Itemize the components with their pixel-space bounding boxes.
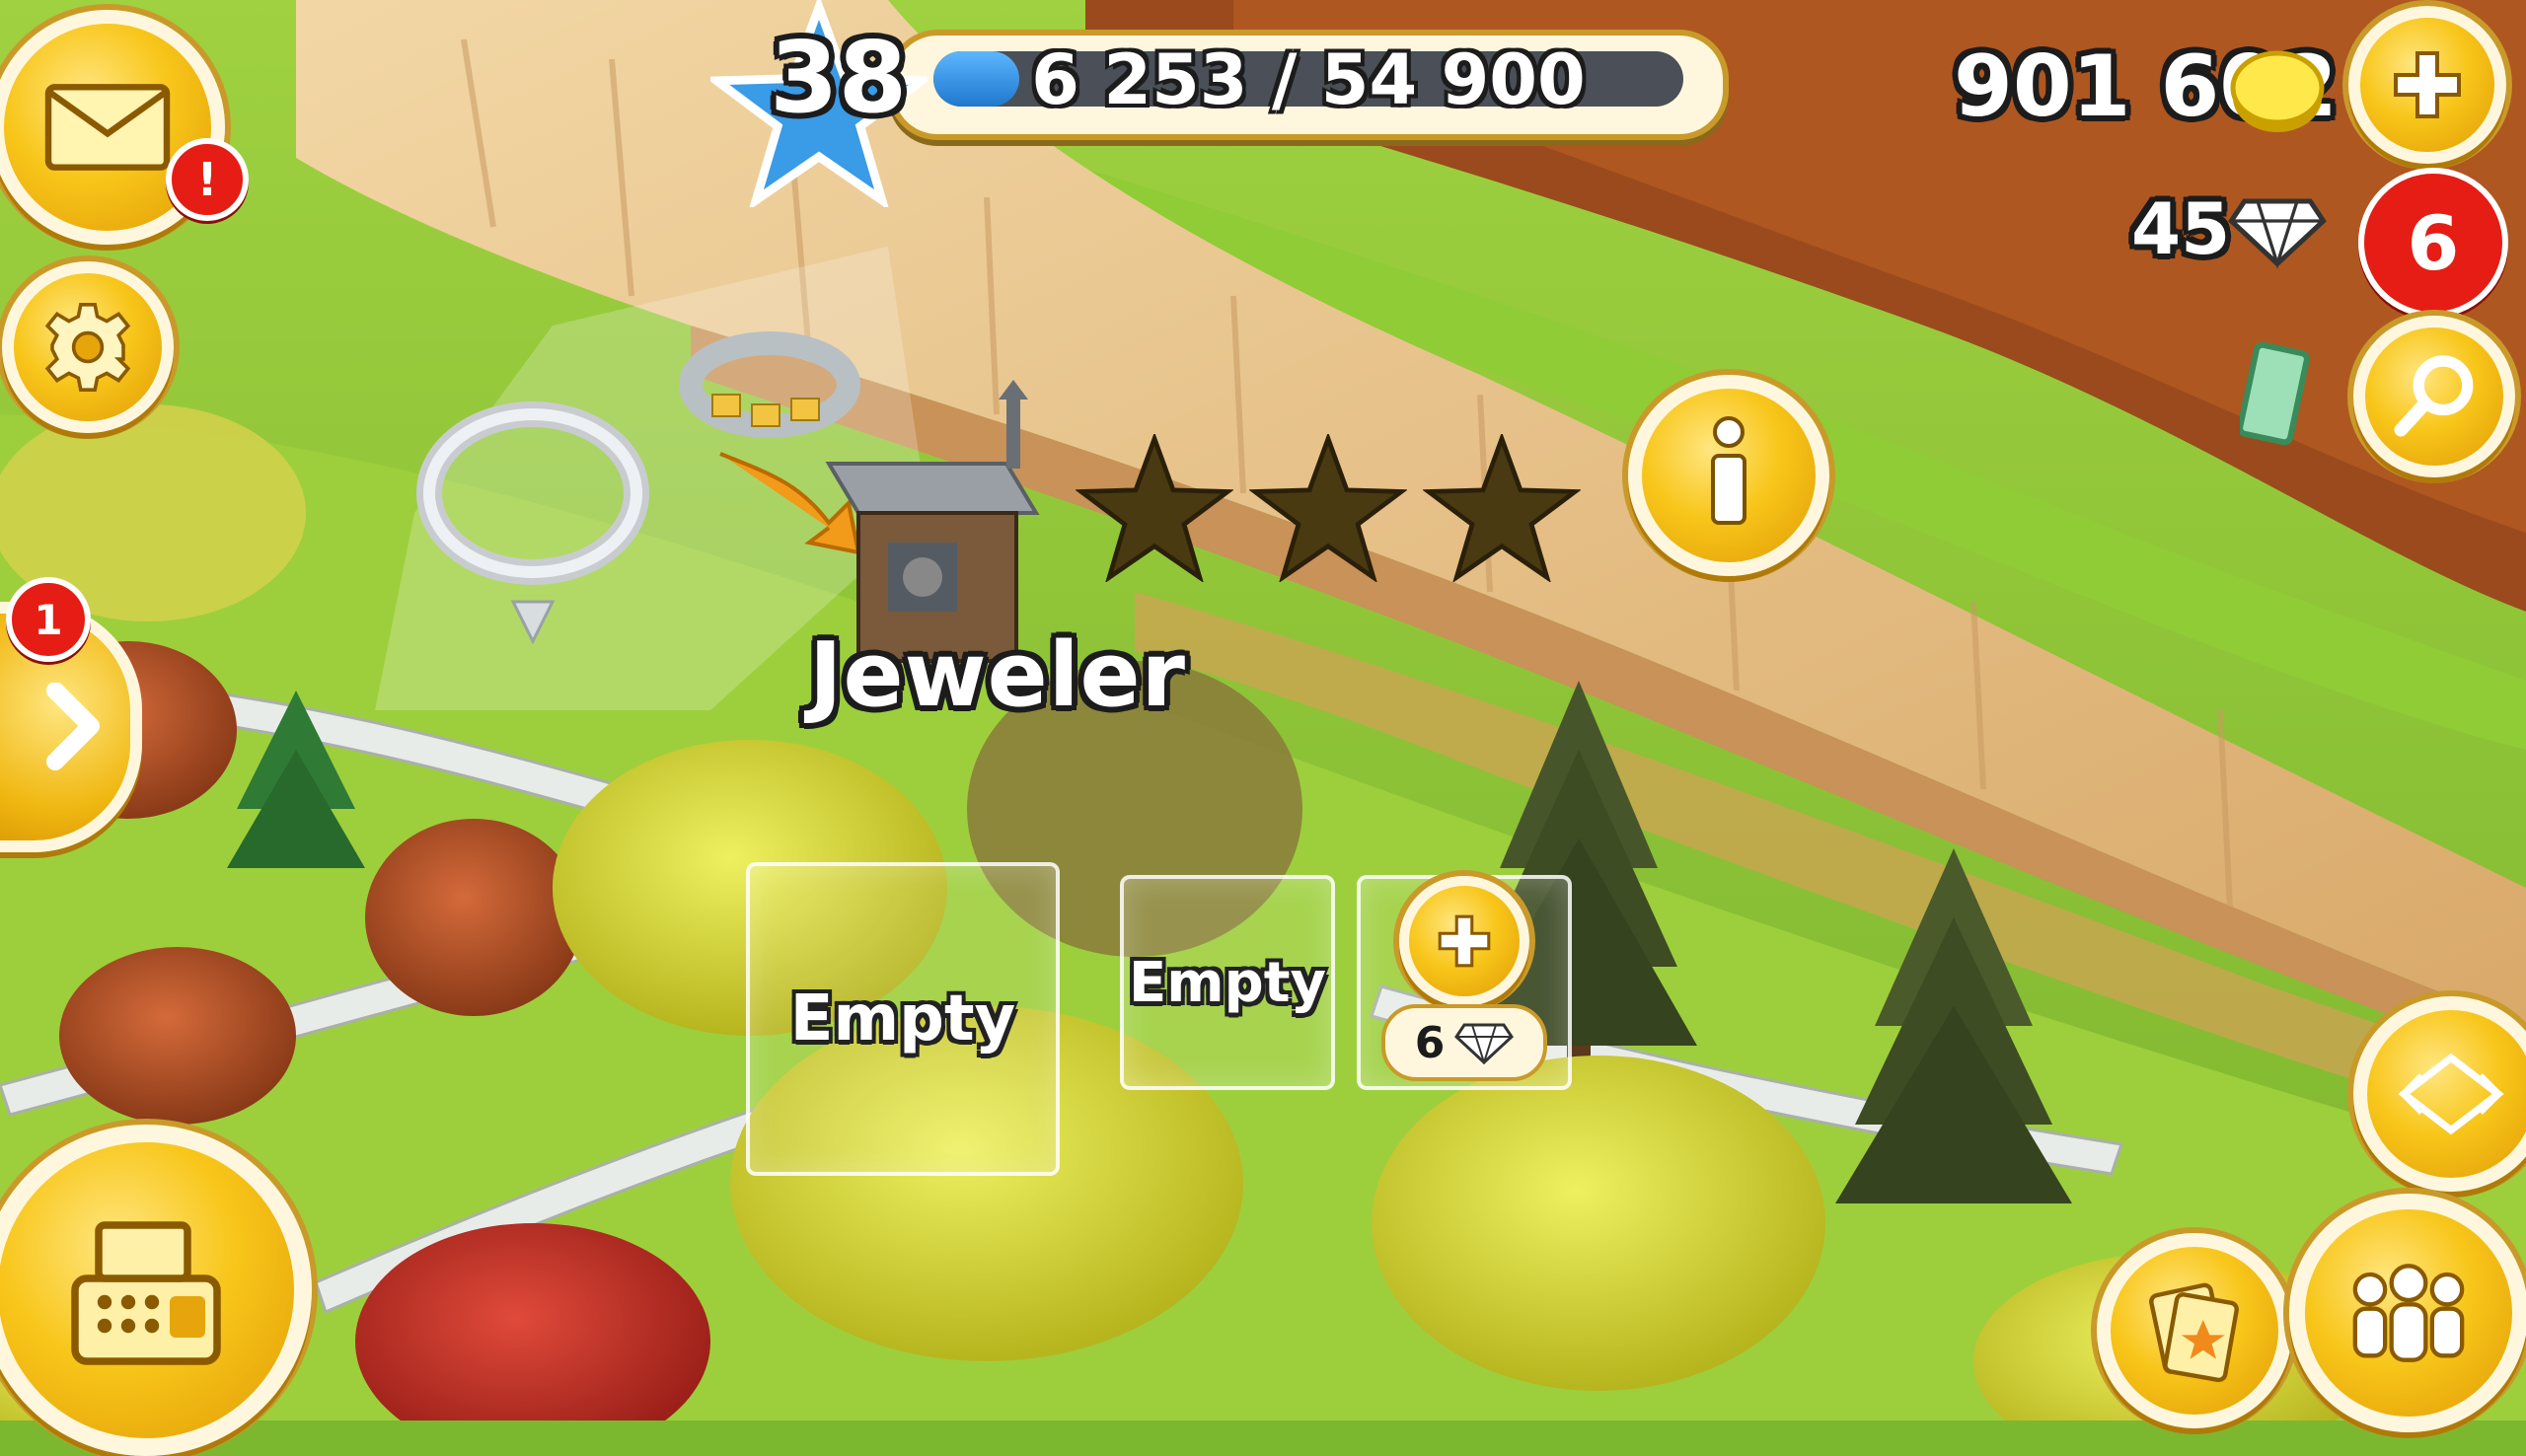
xp-bar[interactable]: 6 253 / 54 900: [888, 30, 1729, 140]
production-slot[interactable]: Empty: [746, 862, 1060, 1176]
chevron-right-icon: [46, 683, 100, 770]
diamond-icon: [1454, 1023, 1515, 1064]
cards-icon: [2149, 1282, 2239, 1383]
necklace-product-icon: [416, 401, 649, 645]
friends-button[interactable]: [2289, 1194, 2526, 1432]
star-icon: [1249, 434, 1407, 582]
voucher-icon[interactable]: [2240, 340, 2309, 449]
xp-text: 6 253 / 54 900: [1031, 39, 1586, 120]
star-rating: [1076, 434, 1581, 582]
production-slot[interactable]: Empty: [1120, 875, 1335, 1090]
move-arrows-icon: [2398, 1053, 2504, 1135]
cash-register-icon: [71, 1221, 221, 1365]
people-icon: [2352, 1264, 2465, 1362]
unlock-cost-pill[interactable]: 6: [1381, 1004, 1547, 1081]
settings-button[interactable]: [2, 261, 174, 433]
star-icon: [1076, 434, 1233, 582]
level-star[interactable]: 38: [704, 0, 934, 211]
bracelet-product-icon: [679, 331, 860, 438]
diamond-offer-badge[interactable]: 6: [2358, 168, 2508, 318]
slot-label: Empty: [789, 983, 1016, 1056]
building-name-label: Jeweler: [809, 623, 1186, 727]
search-button[interactable]: [2353, 316, 2515, 477]
star-icon: [1423, 434, 1581, 582]
unlock-slot-button[interactable]: [1399, 876, 1529, 1006]
magnifier-icon: [2394, 355, 2474, 437]
gear-icon: [44, 303, 131, 392]
coin-icon: [2230, 50, 2325, 132]
side-panel-badge: 1: [6, 577, 91, 662]
slot-label: Empty: [1129, 950, 1326, 1015]
newspaper-button[interactable]: [2097, 1233, 2292, 1428]
envelope-icon: [44, 84, 171, 171]
mail-alert-badge: !: [166, 138, 249, 221]
diamond-count: 45: [2131, 187, 2231, 270]
unlock-cost-value: 6: [1414, 1017, 1446, 1068]
buy-coins-button[interactable]: [2348, 6, 2506, 164]
info-button[interactable]: [1628, 375, 1829, 576]
info-icon: [1711, 416, 1746, 525]
level-number: 38: [770, 20, 908, 135]
plus-icon: [2394, 51, 2461, 118]
plus-icon: [1438, 914, 1491, 968]
diamond-icon: [2228, 198, 2327, 268]
jeweler-shop-icon: [825, 380, 1040, 663]
